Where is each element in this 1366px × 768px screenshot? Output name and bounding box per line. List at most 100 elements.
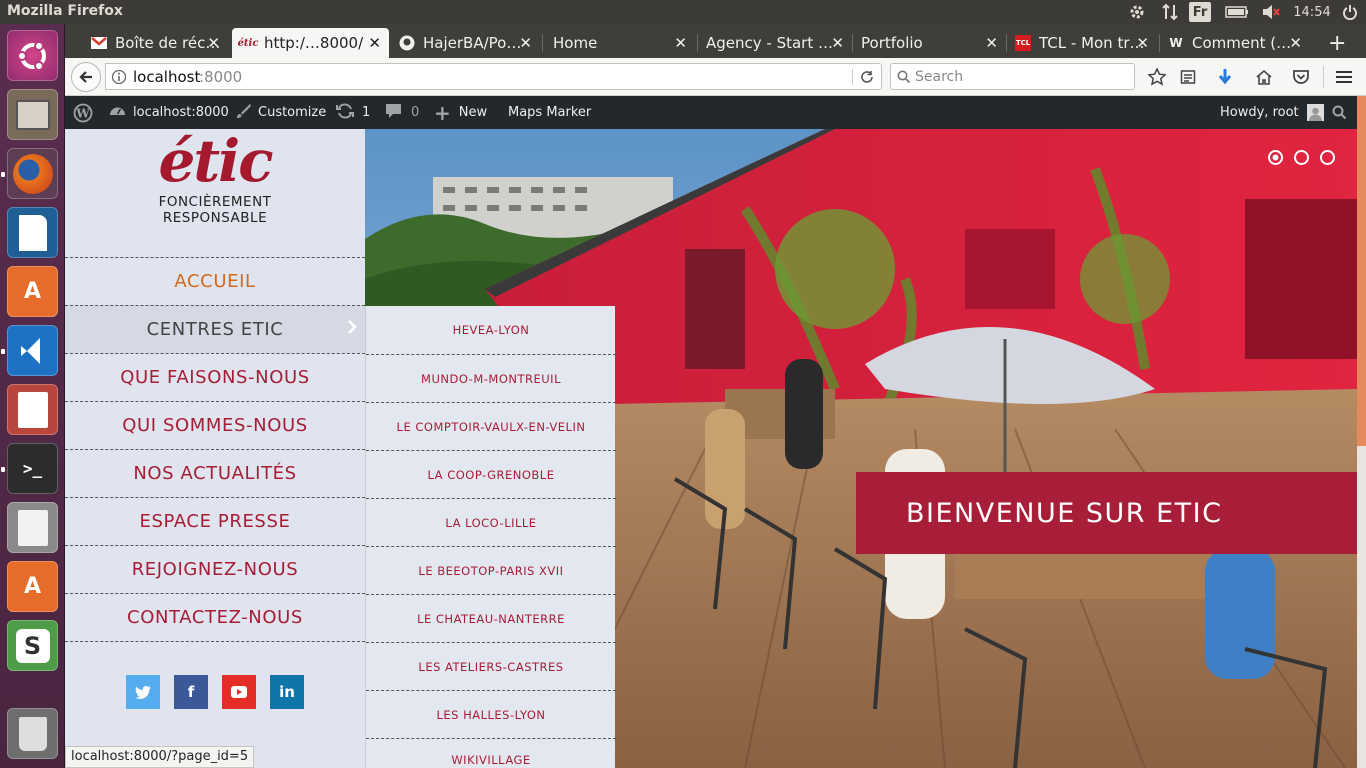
url-host: localhost — [133, 68, 201, 86]
close-tab-icon[interactable]: ✕ — [207, 34, 220, 52]
power-icon[interactable] — [1340, 2, 1360, 22]
submenu-item[interactable]: LES HALLES-LYON — [366, 690, 616, 738]
wp-new-content[interactable]: + New — [434, 96, 487, 129]
tcl-icon: TCL — [1015, 35, 1031, 51]
wp-maps-marker[interactable]: Maps Marker — [508, 96, 591, 129]
wordpress-logo-icon[interactable]: W — [71, 96, 95, 129]
url-bar[interactable]: localhost:8000 — [105, 63, 882, 90]
welcome-banner: BIENVENUE SUR ETIC — [856, 472, 1357, 554]
document-viewer-icon[interactable] — [7, 384, 58, 435]
back-button[interactable] — [71, 62, 101, 92]
submenu-item[interactable]: LES ATELIERS-CASTRES — [366, 642, 616, 690]
new-tab-button[interactable]: + — [1320, 28, 1350, 58]
wp-comments[interactable]: 0 — [385, 96, 419, 129]
close-tab-icon[interactable]: ✕ — [519, 34, 532, 52]
wp-search-icon[interactable] — [1329, 96, 1349, 129]
menu-item-que-faisons-nous[interactable]: QUE FAISONS-NOUS — [65, 353, 365, 401]
tab-home[interactable]: Home ✕ — [545, 28, 695, 58]
site-info-icon[interactable] — [110, 68, 128, 86]
keyboard-layout-indicator[interactable]: Fr — [1189, 2, 1211, 22]
trash-icon[interactable] — [7, 708, 58, 759]
menu-item-rejoignez-nous[interactable]: REJOIGNEZ-NOUS — [65, 545, 365, 593]
ubuntu-software-icon-2[interactable]: A — [7, 561, 58, 612]
slider-dot-2[interactable] — [1294, 150, 1309, 165]
submenu-item[interactable]: MUNDO-M-MONTREUIL — [366, 354, 616, 402]
tab-bar: Boîte de réc… ✕ étic http:/…8000/ ✕ Haje… — [65, 24, 1366, 58]
twitter-icon[interactable] — [126, 675, 160, 709]
slider-dot-3[interactable] — [1320, 150, 1335, 165]
submenu-item[interactable]: LE CHATEAU-NANTERRE — [366, 594, 616, 642]
wp-account[interactable]: Howdy, root — [1220, 96, 1324, 129]
clock[interactable]: 14:54 — [1292, 2, 1332, 22]
menu-item-centres-etic[interactable]: CENTRES ETIC — [65, 305, 365, 353]
submenu-item[interactable]: LE BEEOTOP-PARIS XVII — [366, 546, 616, 594]
pocket-icon[interactable] — [1290, 66, 1312, 88]
ubuntu-software-icon[interactable]: A — [7, 266, 58, 317]
hamburger-menu-icon[interactable] — [1333, 66, 1355, 88]
vscode-icon[interactable] — [7, 325, 58, 376]
new-label: New — [458, 105, 488, 120]
close-tab-icon[interactable]: ✕ — [368, 34, 381, 52]
menu-item-contactez-nous[interactable]: CONTACTEZ-NOUS — [65, 593, 365, 641]
network-icon[interactable] — [1159, 2, 1181, 22]
menu-item-qui-sommes-nous[interactable]: QUI SOMMES-NOUS — [65, 401, 365, 449]
submenu-item[interactable]: LE COMPTOIR-VAULX-EN-VELIN — [366, 402, 616, 450]
system-top-bar: Mozilla Firefox Fr 14:54 — [0, 0, 1366, 24]
settings-icon[interactable] — [1125, 2, 1149, 22]
plus-icon: + — [434, 100, 451, 125]
battery-icon[interactable] — [1224, 2, 1250, 22]
tab-github[interactable]: HajerBA/Po… ✕ — [391, 28, 540, 58]
downloads-icon[interactable] — [1214, 66, 1236, 88]
search-input[interactable]: Search — [890, 63, 1135, 90]
tab-localhost[interactable]: étic http:/…8000/ ✕ — [232, 28, 389, 58]
submenu-item[interactable]: LA COOP-GRENOBLE — [366, 450, 616, 498]
updates-count: 1 — [362, 105, 371, 120]
submenu-item[interactable]: HEVEA-LYON — [366, 306, 616, 354]
menu-item-accueil[interactable]: ACCUEIL — [65, 257, 365, 305]
facebook-icon[interactable]: f — [174, 675, 208, 709]
close-tab-icon[interactable]: ✕ — [674, 34, 687, 52]
submenu-item[interactable]: LA LOCO-LILLE — [366, 498, 616, 546]
avatar — [1306, 104, 1324, 121]
slack-icon[interactable]: S — [7, 620, 58, 671]
close-tab-icon[interactable]: ✕ — [985, 34, 998, 52]
libreoffice-writer-icon[interactable] — [7, 207, 58, 258]
firefox-icon[interactable] — [7, 148, 58, 199]
reload-icon[interactable] — [858, 68, 876, 86]
howdy-label: Howdy, root — [1220, 105, 1299, 120]
reading-list-icon[interactable] — [1177, 66, 1199, 88]
terminal-icon[interactable]: >_ — [7, 443, 58, 494]
logo-tagline-1: FONCIÈREMENT — [158, 194, 272, 210]
files-icon[interactable] — [7, 89, 58, 140]
page-scrollbar-thumb[interactable] — [1357, 96, 1366, 446]
close-tab-icon[interactable]: ✕ — [1136, 34, 1149, 52]
link-status-bar: localhost:8000/?page_id=5 — [65, 746, 255, 768]
slider-dot-1[interactable] — [1268, 150, 1283, 165]
close-tab-icon[interactable]: ✕ — [831, 34, 844, 52]
unity-launcher: A >_ A S — [0, 24, 65, 768]
ubuntu-dash-icon[interactable] — [7, 30, 58, 81]
bookmark-star-icon[interactable] — [1146, 66, 1168, 88]
brush-icon — [235, 103, 251, 123]
wp-customize[interactable]: Customize — [235, 96, 326, 129]
wp-site-name[interactable]: localhost:8000 — [109, 96, 229, 129]
tab-gmail[interactable]: Boîte de réc… ✕ — [83, 28, 228, 58]
menu-item-nos-actualites[interactable]: NOS ACTUALITÉS — [65, 449, 365, 497]
home-icon[interactable] — [1253, 66, 1275, 88]
tab-agency[interactable]: Agency - Start … ✕ — [698, 28, 852, 58]
tab-tcl[interactable]: TCL TCL - Mon tr… ✕ — [1007, 28, 1157, 58]
volume-muted-icon[interactable] — [1260, 2, 1282, 22]
youtube-icon[interactable] — [222, 675, 256, 709]
linkedin-icon[interactable]: in — [270, 675, 304, 709]
tab-comment[interactable]: W Comment (… ✕ — [1160, 28, 1310, 58]
close-tab-icon[interactable]: ✕ — [1289, 34, 1302, 52]
tab-label: Agency - Start … — [706, 34, 834, 52]
github-icon — [399, 35, 415, 51]
submenu-item[interactable]: WIKIVILLAGE — [366, 738, 616, 768]
text-editor-icon[interactable] — [7, 502, 58, 553]
site-logo[interactable]: étic FONCIÈREMENT RESPONSABLE — [65, 127, 365, 257]
tab-portfolio[interactable]: Portfolio ✕ — [853, 28, 1006, 58]
window-title: Mozilla Firefox — [7, 3, 123, 19]
wp-updates[interactable]: 1 — [336, 96, 370, 129]
menu-item-espace-presse[interactable]: ESPACE PRESSE — [65, 497, 365, 545]
